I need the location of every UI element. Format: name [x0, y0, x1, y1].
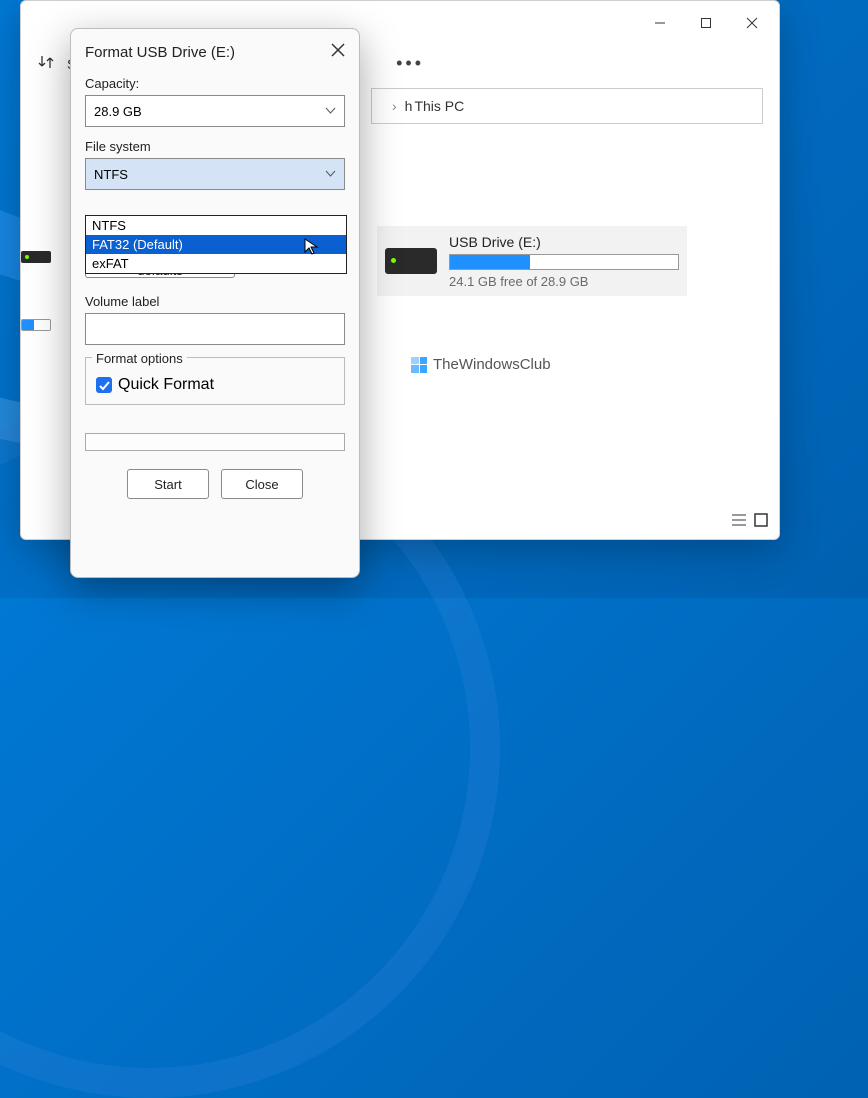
- address-bar-text: This PC: [414, 98, 464, 114]
- format-options-group: Format options Quick Format: [85, 357, 345, 405]
- filesystem-select[interactable]: NTFS: [85, 158, 345, 190]
- mouse-cursor-icon: [303, 237, 321, 255]
- capacity-value: 28.9 GB: [94, 104, 142, 119]
- watermark: TheWindowsClub: [411, 356, 551, 373]
- drive-capacity-bar: [449, 254, 679, 270]
- quick-format-checkbox[interactable]: [96, 377, 112, 393]
- filesystem-label: File system: [85, 139, 345, 154]
- dialog-close-button[interactable]: [331, 43, 345, 62]
- details-view-icon[interactable]: [731, 512, 747, 533]
- quick-format-label: Quick Format: [118, 376, 214, 394]
- view-mode-toolbar: [731, 512, 769, 533]
- sidebar-drive-icon[interactable]: [21, 251, 51, 263]
- filesystem-option-exfat[interactable]: exFAT: [86, 254, 346, 273]
- chevron-right-icon: ›: [392, 98, 397, 114]
- maximize-button[interactable]: [683, 7, 729, 39]
- drive-title: USB Drive (E:): [449, 234, 679, 250]
- usb-drive-tile[interactable]: USB Drive (E:) 24.1 GB free of 28.9 GB: [377, 226, 687, 296]
- start-button[interactable]: Start: [127, 469, 209, 499]
- drive-free-text: 24.1 GB free of 28.9 GB: [449, 274, 679, 289]
- sort-icon[interactable]: [37, 53, 55, 74]
- dialog-title: Format USB Drive (E:): [85, 44, 235, 61]
- sidebar-drive-icon[interactable]: [21, 319, 51, 331]
- capacity-select[interactable]: 28.9 GB: [85, 95, 345, 127]
- address-bar[interactable]: › h This PC: [371, 88, 763, 124]
- capacity-label: Capacity:: [85, 76, 345, 91]
- tiles-view-icon[interactable]: [753, 512, 769, 533]
- format-options-label: Format options: [92, 351, 187, 366]
- drive-info: USB Drive (E:) 24.1 GB free of 28.9 GB: [449, 234, 679, 289]
- usb-drive-icon: [385, 248, 437, 274]
- close-button[interactable]: [729, 7, 775, 39]
- overflow-menu-icon[interactable]: •••: [396, 53, 424, 74]
- volume-label-input[interactable]: [85, 313, 345, 345]
- address-bar-prefix: h: [405, 98, 413, 114]
- windows-club-logo-icon: [411, 357, 427, 373]
- drive-capacity-fill: [450, 255, 530, 269]
- chevron-down-icon: [325, 167, 336, 182]
- volume-label-label: Volume label: [85, 294, 345, 309]
- watermark-text: TheWindowsClub: [433, 356, 551, 373]
- filesystem-value: NTFS: [94, 167, 128, 182]
- chevron-down-icon: [325, 104, 336, 119]
- format-dialog: Format USB Drive (E:) Capacity: 28.9 GB …: [70, 28, 360, 578]
- format-progress-bar: [85, 433, 345, 451]
- filesystem-option-ntfs[interactable]: NTFS: [86, 216, 346, 235]
- quick-format-row[interactable]: Quick Format: [96, 376, 334, 394]
- minimize-button[interactable]: [637, 7, 683, 39]
- close-button[interactable]: Close: [221, 469, 303, 499]
